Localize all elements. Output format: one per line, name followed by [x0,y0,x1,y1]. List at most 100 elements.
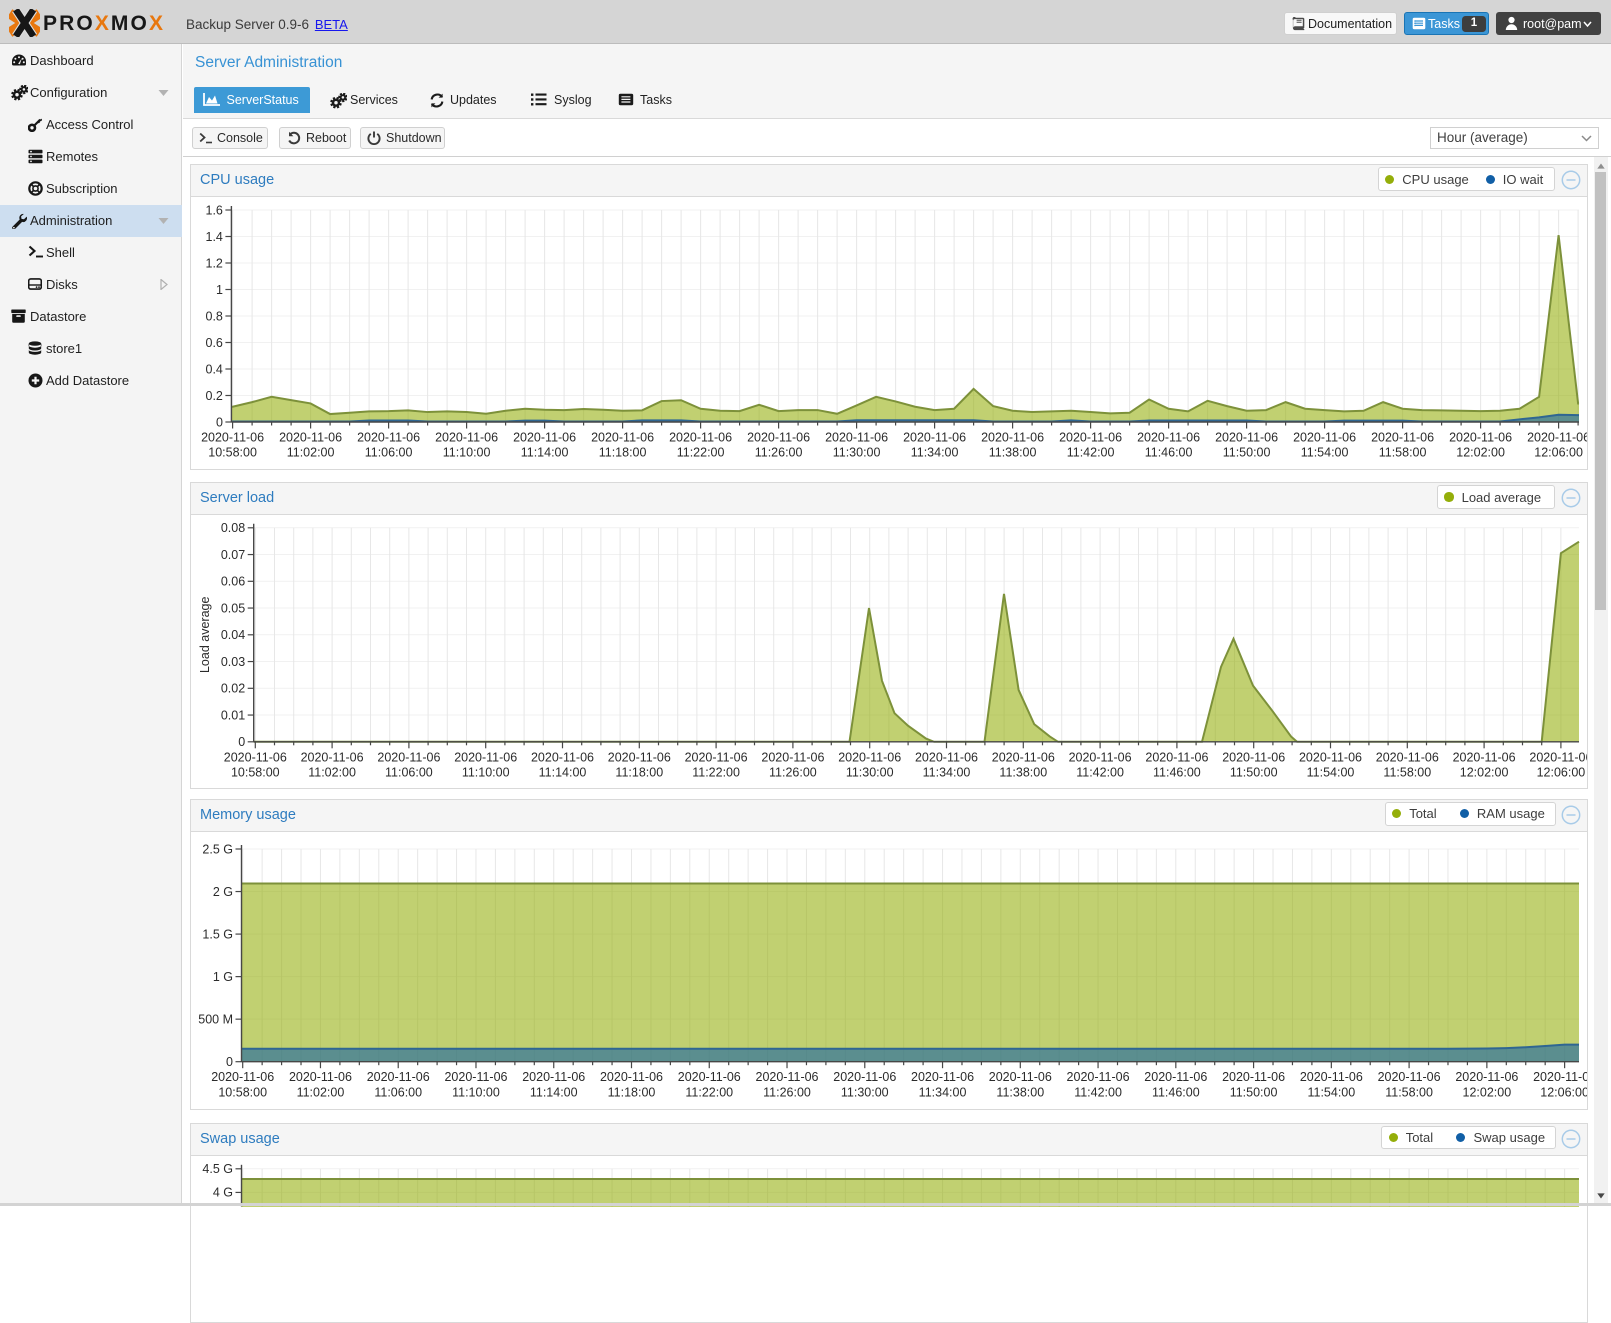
svg-text:2020-11-06: 2020-11-06 [367,1070,430,1084]
svg-text:11:06:00: 11:06:00 [385,766,433,780]
svg-text:2020-11-06: 2020-11-06 [301,750,364,764]
svg-text:2020-11-06: 2020-11-06 [1455,1070,1518,1084]
svg-text:12:06:00: 12:06:00 [1540,1085,1587,1099]
svg-text:2020-11-06: 2020-11-06 [201,431,264,445]
svg-text:1.6: 1.6 [206,203,223,217]
svg-text:11:42:00: 11:42:00 [1067,446,1115,460]
svg-text:10:58:00: 10:58:00 [231,766,280,780]
svg-text:11:14:00: 11:14:00 [521,446,569,460]
svg-text:11:58:00: 11:58:00 [1379,446,1427,460]
svg-text:2020-11-06: 2020-11-06 [608,750,671,764]
svg-text:11:54:00: 11:54:00 [1301,446,1349,460]
svg-text:11:34:00: 11:34:00 [911,446,959,460]
svg-text:11:46:00: 11:46:00 [1153,766,1201,780]
svg-text:2020-11-06: 2020-11-06 [600,1070,663,1084]
svg-text:2020-11-06: 2020-11-06 [911,1070,974,1084]
svg-text:0.07: 0.07 [221,548,245,562]
svg-text:11:22:00: 11:22:00 [692,766,740,780]
svg-text:2020-11-06: 2020-11-06 [915,750,978,764]
svg-text:12:06:00: 12:06:00 [1534,446,1583,460]
svg-text:2020-11-06: 2020-11-06 [669,431,732,445]
svg-text:0.04: 0.04 [221,628,245,642]
svg-text:2020-11-06: 2020-11-06 [454,750,517,764]
svg-text:2020-11-06: 2020-11-06 [1299,750,1362,764]
svg-text:2020-11-06: 2020-11-06 [903,431,966,445]
svg-text:2020-11-06: 2020-11-06 [444,1070,507,1084]
svg-text:11:46:00: 11:46:00 [1145,446,1193,460]
svg-text:0.2: 0.2 [206,389,223,403]
svg-text:11:58:00: 11:58:00 [1385,1085,1433,1099]
svg-text:11:02:00: 11:02:00 [297,1085,345,1099]
svg-text:11:30:00: 11:30:00 [833,446,881,460]
svg-text:2020-11-06: 2020-11-06 [377,750,440,764]
svg-text:2020-11-06: 2020-11-06 [1067,1070,1130,1084]
svg-text:0.08: 0.08 [221,521,245,535]
svg-text:11:58:00: 11:58:00 [1383,766,1431,780]
svg-text:4.5 G: 4.5 G [202,1162,233,1176]
svg-text:11:26:00: 11:26:00 [763,1085,811,1099]
svg-text:0.03: 0.03 [221,655,245,669]
svg-text:0.6: 0.6 [206,336,223,350]
svg-text:0.8: 0.8 [206,309,223,323]
svg-text:11:10:00: 11:10:00 [443,446,491,460]
svg-text:11:14:00: 11:14:00 [539,766,587,780]
svg-text:2020-11-06: 2020-11-06 [591,431,654,445]
svg-text:2020-11-06: 2020-11-06 [981,431,1044,445]
svg-text:2020-11-06: 2020-11-06 [1533,1070,1587,1084]
svg-text:2020-11-06: 2020-11-06 [435,431,498,445]
svg-text:2020-11-06: 2020-11-06 [1371,431,1434,445]
svg-text:Load average: Load average [198,597,212,674]
svg-text:0.01: 0.01 [221,709,245,723]
svg-text:2020-11-06: 2020-11-06 [1293,431,1356,445]
svg-text:11:26:00: 11:26:00 [769,766,817,780]
svg-text:2020-11-06: 2020-11-06 [1453,750,1516,764]
svg-text:2020-11-06: 2020-11-06 [833,1070,896,1084]
svg-text:10:58:00: 10:58:00 [208,446,257,460]
svg-text:11:10:00: 11:10:00 [452,1085,500,1099]
svg-text:11:26:00: 11:26:00 [755,446,803,460]
svg-text:11:46:00: 11:46:00 [1152,1085,1200,1099]
svg-text:4 G: 4 G [213,1185,233,1199]
svg-text:11:02:00: 11:02:00 [308,766,356,780]
svg-text:2020-11-06: 2020-11-06 [211,1070,274,1084]
svg-text:2020-11-06: 2020-11-06 [1378,1070,1441,1084]
svg-text:2020-11-06: 2020-11-06 [1529,750,1587,764]
svg-text:0.4: 0.4 [206,362,223,376]
svg-text:11:42:00: 11:42:00 [1074,1085,1122,1099]
svg-text:11:22:00: 11:22:00 [685,1085,733,1099]
svg-text:11:30:00: 11:30:00 [846,766,894,780]
svg-text:2020-11-06: 2020-11-06 [756,1070,819,1084]
svg-text:11:06:00: 11:06:00 [365,446,413,460]
svg-text:12:02:00: 12:02:00 [1463,1085,1512,1099]
svg-text:1 G: 1 G [213,970,233,984]
svg-text:2020-11-06: 2020-11-06 [224,750,287,764]
svg-text:2 G: 2 G [213,885,233,899]
svg-text:2020-11-06: 2020-11-06 [685,750,748,764]
svg-text:2020-11-06: 2020-11-06 [1300,1070,1363,1084]
svg-text:2020-11-06: 2020-11-06 [761,750,824,764]
svg-text:11:06:00: 11:06:00 [374,1085,422,1099]
svg-text:2020-11-06: 2020-11-06 [1059,431,1122,445]
svg-text:11:18:00: 11:18:00 [599,446,647,460]
svg-text:11:38:00: 11:38:00 [989,446,1037,460]
svg-text:11:34:00: 11:34:00 [923,766,971,780]
svg-text:12:02:00: 12:02:00 [1460,766,1509,780]
svg-text:2020-11-06: 2020-11-06 [513,431,576,445]
svg-text:11:50:00: 11:50:00 [1230,766,1278,780]
svg-text:2020-11-06: 2020-11-06 [289,1070,352,1084]
svg-text:0: 0 [216,415,223,429]
svg-text:11:34:00: 11:34:00 [919,1085,967,1099]
svg-text:1.4: 1.4 [206,230,223,244]
svg-text:2.5 G: 2.5 G [202,842,233,856]
svg-text:11:02:00: 11:02:00 [287,446,335,460]
svg-text:0.06: 0.06 [221,575,245,589]
svg-text:11:38:00: 11:38:00 [996,1085,1044,1099]
svg-text:2020-11-06: 2020-11-06 [1449,431,1512,445]
svg-text:2020-11-06: 2020-11-06 [531,750,594,764]
svg-text:2020-11-06: 2020-11-06 [992,750,1055,764]
svg-text:2020-11-06: 2020-11-06 [1222,750,1285,764]
svg-text:0.02: 0.02 [221,682,245,696]
svg-text:12:02:00: 12:02:00 [1456,446,1505,460]
svg-text:2020-11-06: 2020-11-06 [1527,431,1587,445]
svg-text:2020-11-06: 2020-11-06 [825,431,888,445]
